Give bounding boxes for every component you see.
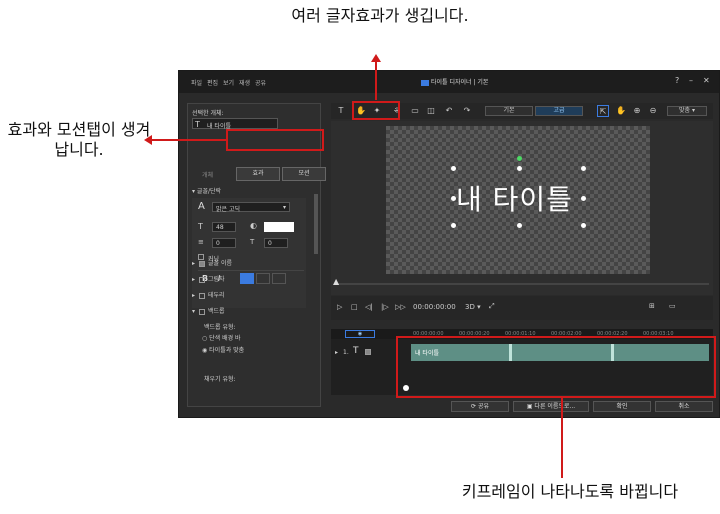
annotation-arrows (144, 54, 563, 478)
